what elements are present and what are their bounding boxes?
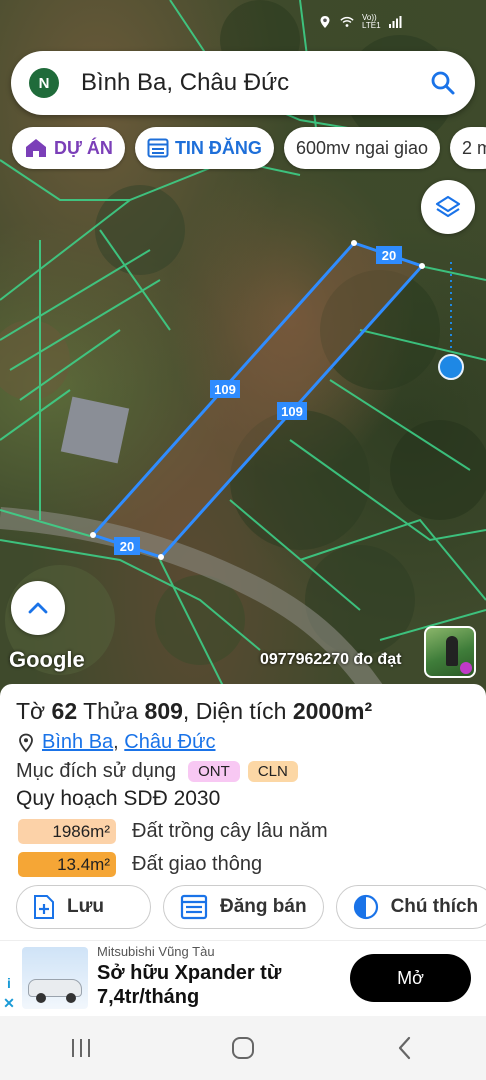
parcel-info-panel: Tờ 62 Thửa 809, Diện tích 2000m² Bình Ba… <box>0 684 486 940</box>
opacity-slider-handle[interactable] <box>438 354 464 380</box>
sheet-number: 62 <box>51 698 78 724</box>
post-sale-label: Đăng bán <box>220 896 307 917</box>
chip-label: DỰ ÁN <box>54 137 113 158</box>
layers-icon <box>435 195 461 218</box>
planning-row: 13.4m² Đất giao thông <box>16 852 470 877</box>
chevron-up-icon <box>28 602 48 614</box>
location-icon <box>320 16 330 28</box>
edge-label-left: 109 <box>214 382 236 397</box>
ad-banner[interactable]: i ✕ Mitsubishi Vũng Tàu Sở hữu Xpander t… <box>0 940 486 1016</box>
plot-number: 809 <box>144 698 183 724</box>
commune-link[interactable]: Bình Ba <box>42 731 113 754</box>
location-line: Bình Ba , Châu Đức <box>16 731 470 754</box>
profile-thumbnail[interactable] <box>424 626 476 678</box>
save-button[interactable]: Lưu <box>16 885 151 929</box>
home-icon <box>232 1037 254 1059</box>
close-icon[interactable]: ✕ <box>3 995 15 1012</box>
system-navbar <box>0 1016 486 1080</box>
ad-open-button[interactable]: Mở <box>350 954 471 1002</box>
recents-icon <box>72 1039 90 1057</box>
search-bar[interactable]: N Bình Ba, Châu Đức <box>11 51 475 115</box>
ad-headline: Sở hữu Xpander từ 7,4tr/tháng <box>97 962 282 1008</box>
save-label: Lưu <box>67 896 104 917</box>
ad-choices[interactable]: i ✕ <box>0 975 18 1015</box>
back-icon <box>398 1036 411 1060</box>
pin-icon <box>19 733 33 752</box>
planning-row: 1986m² Đất trồng cây lâu năm <box>16 819 470 844</box>
purpose-line: Mục đích sử dụng ONT CLN <box>16 760 470 783</box>
avatar[interactable]: N <box>29 68 59 98</box>
listing-icon <box>180 894 208 920</box>
parcel-title: Tờ 62 Thửa 809, Diện tích 2000m² <box>16 698 373 724</box>
chip-label: TIN ĐĂNG <box>174 137 262 158</box>
chip-label: 2 m <box>462 137 486 158</box>
info-icon[interactable]: i <box>7 975 11 991</box>
action-buttons: Lưu Đăng bán Chú thích <box>16 885 486 929</box>
purpose-label: Mục đích sử dụng <box>16 760 177 782</box>
save-icon <box>34 895 54 919</box>
chip-600mv[interactable]: 600mv ngai giao <box>283 127 441 169</box>
search-icon[interactable] <box>429 69 457 97</box>
planning-area: 1986m² <box>18 819 116 844</box>
chip-tin-dang[interactable]: TIN ĐĂNG <box>134 127 274 169</box>
wifi-icon <box>340 16 354 27</box>
network-label: Vo)) LTE1 <box>362 13 381 30</box>
area-value: 2000m² <box>292 698 373 724</box>
post-sale-button[interactable]: Đăng bán <box>163 885 324 929</box>
chip-2m[interactable]: 2 m <box>450 127 486 169</box>
phone-watermark: 0977962270 đo đạt <box>260 651 402 668</box>
layers-button[interactable] <box>421 180 475 234</box>
filter-chips: DỰ ÁN TIN ĐĂNG 600mv ngai giao 2 m <box>12 127 486 169</box>
edge-label-top: 20 <box>382 248 396 263</box>
expand-up-button[interactable] <box>11 581 65 635</box>
house-icon <box>26 139 46 157</box>
planning-desc: Đất trồng cây lâu năm <box>132 820 328 842</box>
search-query[interactable]: Bình Ba, Châu Đức <box>81 69 429 97</box>
edge-label-right: 109 <box>281 404 303 419</box>
legend-label: Chú thích <box>390 896 479 917</box>
planning-title: Quy hoạch SDĐ 2030 <box>16 787 221 810</box>
ad-image <box>22 947 88 1009</box>
legend-icon <box>353 894 378 920</box>
signal-icon <box>389 16 402 28</box>
recent-apps-button[interactable] <box>51 1028 111 1068</box>
back-button[interactable] <box>375 1028 435 1068</box>
purpose-tag: ONT <box>188 761 240 782</box>
ad-sponsor: Mitsubishi Vũng Tàu <box>97 944 215 959</box>
google-logo: Google <box>9 647 85 672</box>
listing-icon <box>147 138 169 158</box>
planning-desc: Đất giao thông <box>132 853 263 875</box>
status-bar: Vo)) LTE1 <box>318 14 402 30</box>
chip-label: 600mv ngai giao <box>295 137 429 158</box>
map-view[interactable]: 20 109 109 20 Vo)) LTE1 N Bình Ba, Châu … <box>0 0 486 700</box>
planning-area: 13.4m² <box>18 852 116 877</box>
purpose-tag: CLN <box>247 761 298 782</box>
legend-button[interactable]: Chú thích <box>335 885 486 929</box>
edge-label-bottom: 20 <box>120 539 134 554</box>
district-link[interactable]: Châu Đức <box>124 731 215 754</box>
home-button[interactable] <box>213 1028 273 1068</box>
chip-du-an[interactable]: DỰ ÁN <box>12 127 125 169</box>
